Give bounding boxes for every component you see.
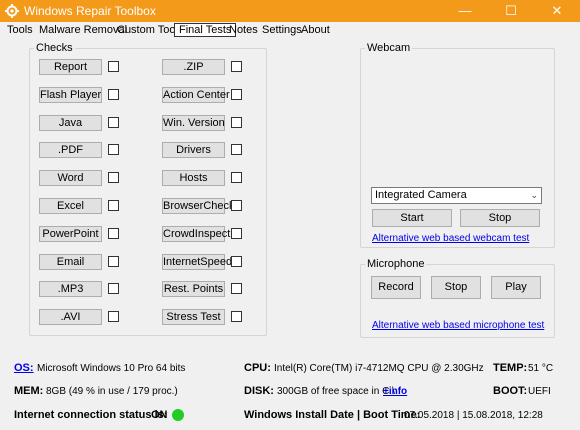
check-mp3-checkbox[interactable]	[108, 283, 119, 294]
check-flash-player-checkbox[interactable]	[108, 89, 119, 100]
cpu-label: CPU:	[244, 362, 271, 374]
check-hosts-button[interactable]: Hosts	[162, 170, 225, 186]
check-win-version-checkbox[interactable]	[231, 117, 242, 128]
check-mp3-button[interactable]: .MP3	[39, 281, 102, 297]
check-avi-checkbox[interactable]	[108, 311, 119, 322]
camera-select-value: Integrated Camera	[375, 189, 467, 201]
check-browsercheck-checkbox[interactable]	[231, 200, 242, 211]
check-word-button[interactable]: Word	[39, 170, 102, 186]
check-crowdinspect-button[interactable]: CrowdInspect	[162, 226, 230, 242]
check-report-button[interactable]: Report	[39, 59, 102, 75]
disk-label: DISK:	[244, 385, 274, 397]
microphone-alt-link[interactable]: Alternative web based microphone test	[372, 320, 544, 331]
disk-info-link[interactable]: +info	[383, 386, 407, 397]
check-drivers-button[interactable]: Drivers	[162, 142, 225, 158]
check-rest-points-button[interactable]: Rest. Points	[162, 281, 225, 297]
gear-icon	[5, 4, 19, 18]
check-flash-player-button[interactable]: Flash Player	[39, 87, 102, 103]
mem-label: MEM:	[14, 385, 44, 397]
check-internetspeed-button[interactable]: InternetSpeed	[162, 254, 232, 270]
camera-select[interactable]: Integrated Camera ⌄	[371, 187, 542, 204]
install-date-label: Windows Install Date | Boot Time:	[244, 409, 421, 421]
microphone-stop-button[interactable]: Stop	[431, 276, 481, 299]
install-date-value: 07.05.2018 | 15.08.2018, 12:28	[404, 410, 543, 421]
webcam-start-button[interactable]: Start	[372, 209, 452, 227]
check-action-center-checkbox[interactable]	[231, 89, 242, 100]
microphone-legend: Microphone	[365, 258, 427, 270]
check-browsercheck-button[interactable]: BrowserCheck	[162, 198, 235, 214]
tab-notes[interactable]: Notes	[225, 23, 262, 37]
final-tests-panel: Checks Report Flash Player Java .PDF Word Exc…	[0, 38, 580, 430]
check-email-checkbox[interactable]	[108, 256, 119, 267]
check-excel-checkbox[interactable]	[108, 200, 119, 211]
record-button[interactable]: Record	[371, 276, 421, 299]
check-powerpoint-button[interactable]: PowerPoint	[39, 226, 102, 242]
check-rest-points-checkbox[interactable]	[231, 283, 242, 294]
check-pdf-checkbox[interactable]	[108, 144, 119, 155]
tab-about[interactable]: About	[297, 23, 334, 37]
tab-tools[interactable]: Tools	[3, 23, 37, 37]
check-win-version-button[interactable]: Win. Version	[162, 115, 225, 131]
os-value: Microsoft Windows 10 Pro 64 bits	[37, 363, 186, 374]
minimize-button[interactable]: —	[442, 0, 488, 22]
os-label-link[interactable]: OS:	[14, 362, 34, 374]
boot-label: BOOT:	[493, 385, 528, 397]
tab-bar: Tools Malware Removal Custom Tools Final…	[0, 22, 580, 38]
check-java-checkbox[interactable]	[108, 117, 119, 128]
title-bar[interactable]: Windows Repair Toolbox — ☐ ✕	[0, 0, 580, 22]
webcam-alt-link[interactable]: Alternative web based webcam test	[372, 233, 529, 244]
check-excel-button[interactable]: Excel	[39, 198, 102, 214]
chevron-down-icon: ⌄	[530, 190, 538, 200]
internet-status-value: ON	[151, 409, 168, 421]
check-pdf-button[interactable]: .PDF	[39, 142, 102, 158]
check-report-checkbox[interactable]	[108, 61, 119, 72]
webcam-legend: Webcam	[365, 42, 413, 54]
check-stress-test-button[interactable]: Stress Test	[162, 309, 225, 325]
check-zip-checkbox[interactable]	[231, 61, 242, 72]
check-drivers-checkbox[interactable]	[231, 144, 242, 155]
webcam-stop-button[interactable]: Stop	[460, 209, 540, 227]
check-stress-test-checkbox[interactable]	[231, 311, 242, 322]
temp-value: 51 °C	[528, 363, 554, 374]
maximize-button[interactable]: ☐	[488, 0, 534, 22]
check-crowdinspect-checkbox[interactable]	[231, 228, 242, 239]
check-java-button[interactable]: Java	[39, 115, 102, 131]
check-zip-button[interactable]: .ZIP	[162, 59, 225, 75]
play-button[interactable]: Play	[491, 276, 541, 299]
check-internetspeed-checkbox[interactable]	[231, 256, 242, 267]
check-word-checkbox[interactable]	[108, 172, 119, 183]
check-action-center-button[interactable]: Action Center	[162, 87, 230, 103]
checks-legend: Checks	[34, 42, 75, 54]
temp-label: TEMP:	[493, 362, 528, 374]
mem-value: 8GB (49 % in use / 179 proc.)	[46, 386, 178, 397]
cpu-value: Intel(R) Core(TM) i7-4712MQ CPU @ 2.30GH…	[274, 363, 484, 374]
close-button[interactable]: ✕	[534, 0, 580, 22]
status-indicator-icon	[172, 409, 184, 421]
window-title: Windows Repair Toolbox	[24, 4, 156, 18]
boot-value: UEFI	[528, 386, 551, 397]
check-powerpoint-checkbox[interactable]	[108, 228, 119, 239]
check-hosts-checkbox[interactable]	[231, 172, 242, 183]
check-email-button[interactable]: Email	[39, 254, 102, 270]
disk-value: 300GB of free space in C:\	[277, 386, 395, 397]
check-avi-button[interactable]: .AVI	[39, 309, 102, 325]
internet-status-label: Internet connection status is:	[14, 409, 168, 421]
